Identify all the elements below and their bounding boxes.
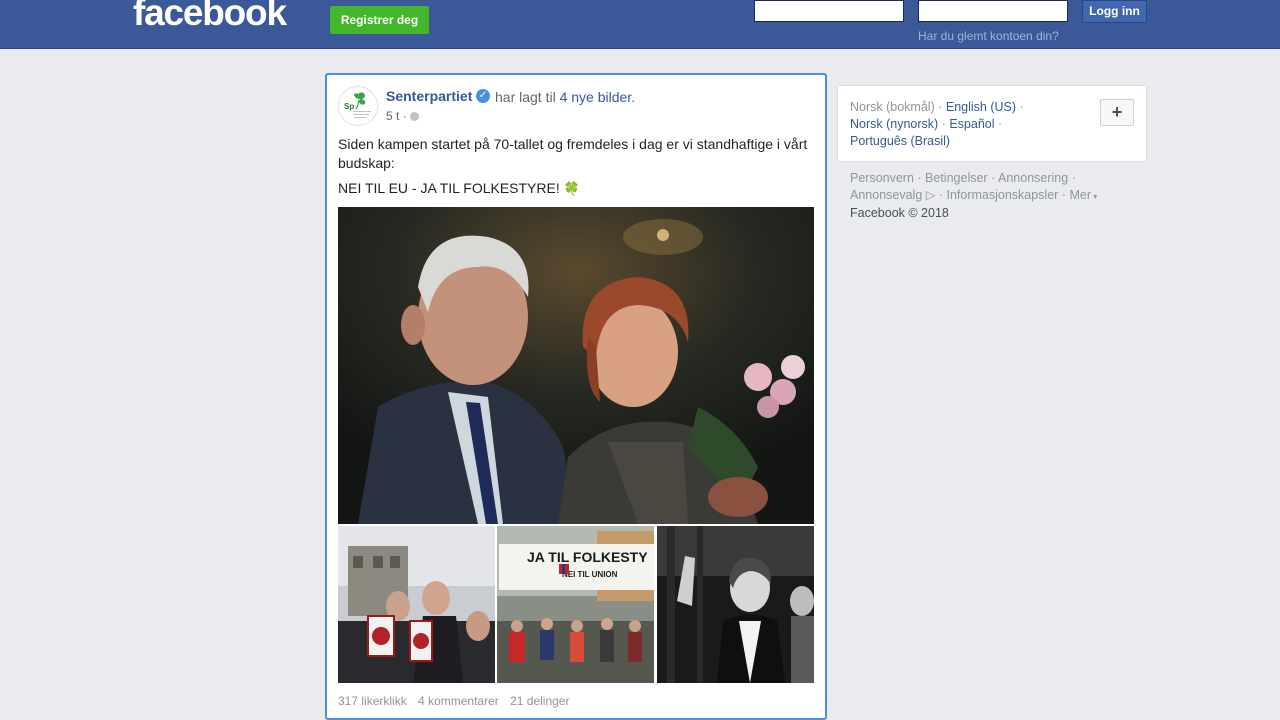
public-globe-icon	[409, 112, 419, 121]
banner-text: JA TIL FOLKESTY	[527, 549, 648, 565]
language-espanol[interactable]: Español	[949, 117, 994, 131]
email-input[interactable]	[754, 0, 904, 22]
new-photos-link[interactable]: 4 nye bilder	[560, 89, 632, 105]
post-text-line-2-wrap: NEI TIL EU - JA TIL FOLKESTYRE! 🍀	[338, 179, 816, 198]
photo-protest-crowd-image	[338, 526, 495, 683]
language-nynorsk[interactable]: Norsk (nynorsk)	[850, 117, 938, 131]
language-list: Norsk (bokmål) · English (US) · Norsk (n…	[850, 100, 1024, 148]
post-text-line-2: NEI TIL EU - JA TIL FOLKESTYRE!	[338, 180, 560, 196]
adchoices-icon: ▷	[922, 188, 936, 202]
svg-text:Sp: Sp	[344, 102, 354, 111]
post-timestamp[interactable]: 5 t ·	[386, 109, 419, 123]
language-selector: Norsk (bokmål) · English (US) · Norsk (n…	[837, 85, 1147, 162]
post-text-line-1: Siden kampen startet på 70-tallet og fre…	[338, 136, 808, 171]
senterpartiet-logo-icon: Sp	[340, 88, 376, 124]
page-avatar[interactable]: Sp	[338, 86, 378, 126]
shares-count[interactable]: 21 delinger	[510, 694, 569, 708]
language-portugues[interactable]: Português (Brasil)	[850, 134, 950, 148]
post-card: Sp Senterpartiet ✓ har lagt til 4 nye bi…	[325, 73, 827, 720]
photo-march-banner-image: JA TIL FOLKESTY NEI TIL UNION	[497, 526, 654, 683]
top-bar: facebook Registrer deg Logg inn Har du g…	[0, 0, 1280, 49]
main-photo[interactable]	[338, 207, 814, 524]
thumbnail-photo-3[interactable]	[657, 526, 814, 683]
thumbnail-photo-2[interactable]: JA TIL FOLKESTY NEI TIL UNION	[497, 526, 654, 683]
post-text: Siden kampen startet på 70-tallet og fre…	[338, 135, 816, 204]
post-stats: 317 likerklikk 4 kommentarer 21 delinger	[338, 694, 577, 708]
language-current: Norsk (bokmål)	[850, 100, 935, 114]
photo-couple-image	[338, 207, 814, 524]
page-name-link[interactable]: Senterpartiet	[386, 88, 472, 104]
language-english[interactable]: English (US)	[946, 100, 1016, 114]
footer-privacy-link[interactable]: Personvern	[850, 171, 914, 185]
footer-cookies-link[interactable]: Informasjonskapsler	[946, 188, 1058, 202]
post-action: har lagt til 4 nye bilder.	[495, 89, 635, 105]
footer-links: Personvern · Betingelser · Annonsering ·…	[850, 171, 1098, 220]
thumbnail-photo-1[interactable]	[338, 526, 495, 683]
four-leaf-clover-icon: 🍀	[563, 181, 580, 196]
comments-count[interactable]: 4 kommentarer	[418, 694, 499, 708]
register-button[interactable]: Registrer deg	[330, 6, 429, 34]
footer-terms-link[interactable]: Betingelser	[925, 171, 988, 185]
forgot-account-link[interactable]: Har du glemt kontoen din?	[918, 29, 1059, 43]
facebook-logo[interactable]: facebook	[133, 0, 287, 34]
banner-subtext: NEI TIL UNION	[562, 570, 618, 579]
verified-badge-icon: ✓	[476, 89, 490, 103]
action-prefix: har lagt til	[495, 89, 556, 105]
caret-down-icon: ▾	[1090, 192, 1098, 201]
timestamp-text: 5 t ·	[386, 109, 407, 123]
footer-more-link[interactable]: Mer	[1069, 188, 1091, 202]
photo-bw-speaker-image	[657, 526, 814, 683]
likes-count[interactable]: 317 likerklikk	[338, 694, 407, 708]
footer-adchoices-link[interactable]: Annonsevalg	[850, 188, 922, 202]
login-button[interactable]: Logg inn	[1082, 0, 1147, 23]
copyright-text: Facebook © 2018	[850, 206, 949, 220]
more-languages-button[interactable]: +	[1100, 99, 1134, 126]
action-suffix: .	[631, 89, 636, 105]
footer-advertising-link[interactable]: Annonsering	[998, 171, 1068, 185]
password-input[interactable]	[918, 0, 1068, 22]
